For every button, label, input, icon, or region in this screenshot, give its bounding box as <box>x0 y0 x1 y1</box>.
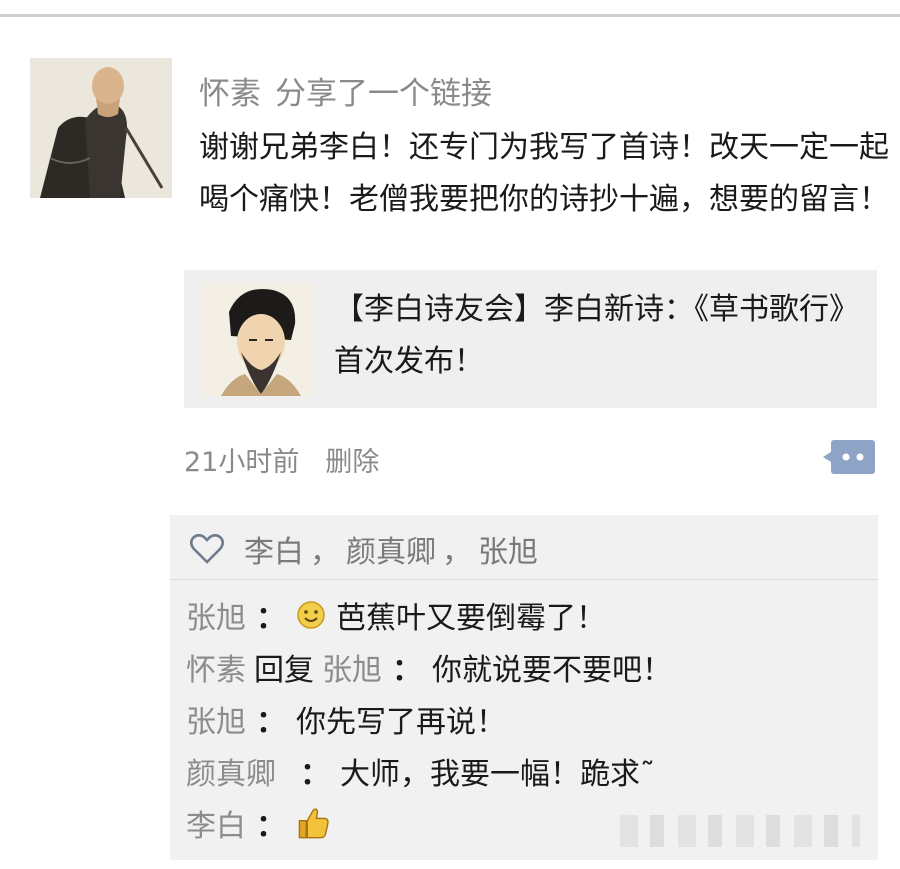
panel-divider <box>170 579 878 580</box>
comment-text: 你先写了再说！ <box>296 705 506 740</box>
thumbs-up-icon <box>298 808 329 839</box>
author-avatar[interactable] <box>30 58 172 198</box>
delete-link[interactable]: 删除 <box>325 447 379 478</box>
comment-author[interactable]: 颜真卿 <box>186 749 276 793</box>
like-separator: ， <box>310 535 340 570</box>
liker-name[interactable]: 颜真卿 <box>346 527 436 571</box>
comment-author[interactable]: 张旭 <box>186 593 246 637</box>
comment-author[interactable]: 李白 <box>186 801 246 845</box>
liker-name[interactable]: 李白 <box>244 527 304 571</box>
reply-target[interactable]: 张旭 <box>322 645 382 689</box>
comment-author[interactable]: 怀素 <box>186 645 246 689</box>
comment-item[interactable]: 颜真卿：大师，我要一幅！跪求˜ <box>186 749 655 793</box>
comment-item[interactable]: 张旭：你先写了再说！ <box>186 697 506 741</box>
link-title[interactable]: 【李白诗友会】李白新诗：《草书歌行》首次发布！ <box>334 284 864 388</box>
post-header: 怀素 分享了一个链接 <box>199 68 492 113</box>
blurred-watermark <box>620 815 860 847</box>
comment-menu-icon[interactable] <box>823 438 877 476</box>
post-meta: 21小时前 删除 <box>184 440 379 479</box>
heart-icon <box>190 534 224 564</box>
comment-text: 你就说要不要吧！ <box>432 653 672 688</box>
comment-author[interactable]: 张旭 <box>186 697 246 741</box>
share-action-text: 分享了一个链接 <box>275 76 492 112</box>
link-thumbnail <box>201 282 313 396</box>
liker-name[interactable]: 张旭 <box>478 527 538 571</box>
post-text: 谢谢兄弟李白！还专门为我写了首诗！改天一定一起喝个痛快！老僧我要把你的诗抄十遍，… <box>199 130 889 217</box>
interaction-panel: 李白，颜真卿，张旭 张旭： 芭蕉叶又要倒霉了！ 怀素 回复 张旭：你就说要不要吧！ … <box>170 515 878 860</box>
top-divider <box>0 14 900 17</box>
comment-item[interactable]: 李白： <box>186 801 340 845</box>
comment-text: 芭蕉叶又要倒霉了！ <box>336 601 606 636</box>
post-time: 21小时前 <box>184 447 300 478</box>
shared-link-card[interactable]: 【李白诗友会】李白新诗：《草书歌行》首次发布！ <box>184 270 877 408</box>
reply-word: 回复 <box>254 653 314 688</box>
author-name[interactable]: 怀素 <box>199 76 261 112</box>
comment-text: 大师，我要一幅！跪求˜ <box>340 757 655 792</box>
smile-emoji-icon <box>297 601 325 629</box>
likes-row: 李白，颜真卿，张旭 <box>190 527 538 571</box>
comment-item[interactable]: 怀素 回复 张旭：你就说要不要吧！ <box>186 645 672 689</box>
comment-item[interactable]: 张旭： 芭蕉叶又要倒霉了！ <box>186 593 606 637</box>
like-separator: ， <box>442 535 472 570</box>
